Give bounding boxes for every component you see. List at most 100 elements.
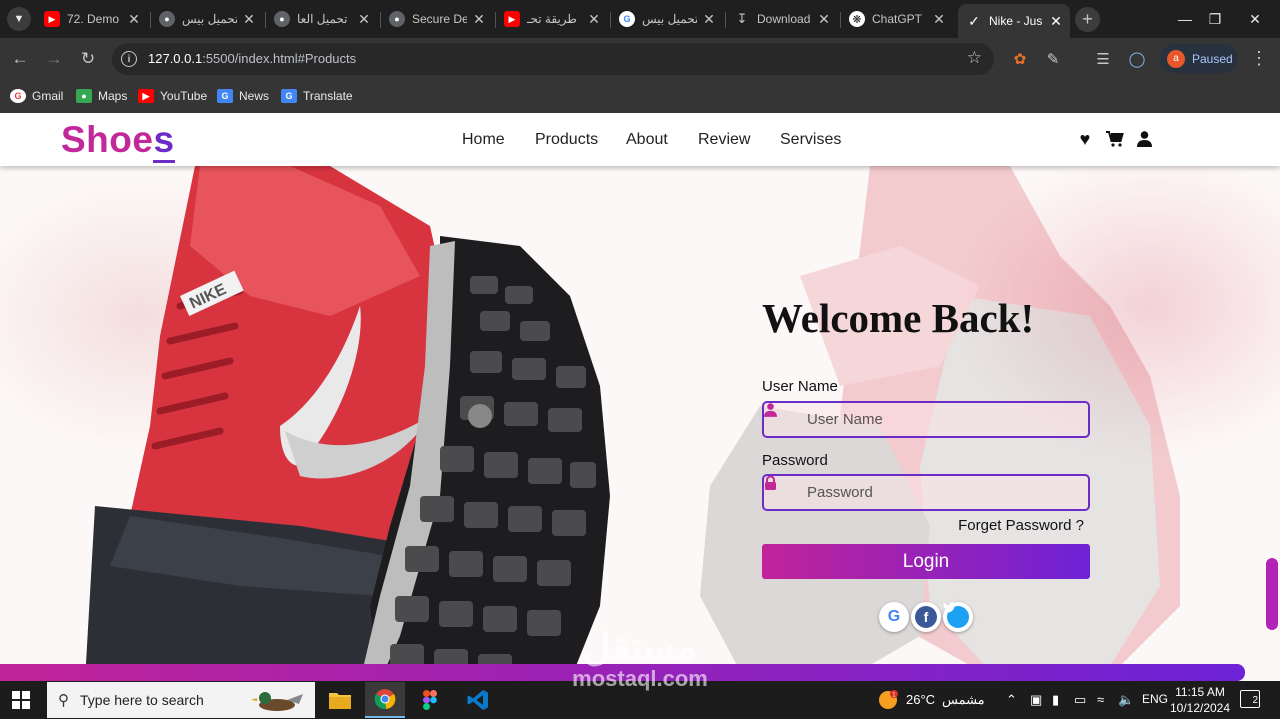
- clock-date: 10/12/2024: [1169, 701, 1231, 715]
- restore-icon: ❐: [1208, 10, 1222, 27]
- windows-start-icon[interactable]: [12, 691, 30, 709]
- weather-condition[interactable]: مشمس: [942, 692, 985, 708]
- browser-tab[interactable]: ● تحميل بيس ✕: [151, 6, 263, 32]
- nav-home[interactable]: Home: [462, 131, 505, 149]
- notification-center-icon[interactable]: 2: [1240, 690, 1260, 708]
- bookmark-news[interactable]: G News: [217, 86, 269, 106]
- login-button[interactable]: Login: [762, 544, 1090, 579]
- tab-label: Secure De: [412, 12, 467, 26]
- weather-temperature[interactable]: 26°C: [906, 692, 935, 707]
- nav-about[interactable]: About: [626, 131, 668, 149]
- browser-tab-active[interactable]: ✓ Nike - Jus ✕: [958, 4, 1070, 38]
- taskbar-file-explorer[interactable]: [320, 682, 360, 718]
- battery-icon[interactable]: ▮: [1052, 692, 1059, 708]
- meet-icon[interactable]: ▣: [1030, 692, 1042, 708]
- facebook-login-button[interactable]: f: [911, 602, 941, 632]
- username-input[interactable]: [807, 411, 1077, 428]
- bookmark-youtube[interactable]: ▶ YouTube: [138, 86, 207, 106]
- address-bar[interactable]: i 127.0.0.1:5500/index.html#Products ☆: [112, 43, 994, 75]
- new-tab-button[interactable]: +: [1075, 7, 1100, 32]
- restore-button[interactable]: ❐: [1200, 8, 1230, 30]
- bookmark-maps[interactable]: ● Maps: [76, 86, 127, 106]
- figma-icon: [423, 690, 437, 710]
- puzzle-extensions-icon[interactable]: ✎: [1043, 49, 1063, 69]
- reload-icon: ↻: [80, 49, 96, 68]
- weather-icon[interactable]: 1: [878, 690, 898, 713]
- minimize-button[interactable]: —: [1170, 8, 1200, 30]
- page-scrollbar-thumb[interactable]: [1266, 558, 1278, 630]
- browser-tab[interactable]: ▶ 72. Demo ✕: [36, 6, 148, 32]
- close-icon[interactable]: ✕: [128, 11, 140, 28]
- android-icon: ●: [159, 11, 175, 27]
- heart-icon[interactable]: ♥: [1075, 129, 1095, 149]
- bookmark-label: YouTube: [160, 89, 208, 103]
- tab-label: تحميل بيس: [182, 12, 237, 26]
- bookmark-label: Translate: [303, 89, 353, 103]
- taskbar-vscode[interactable]: [458, 682, 498, 718]
- display-icon[interactable]: ▭: [1074, 692, 1086, 708]
- media-controls-icon[interactable]: ☰: [1093, 49, 1113, 69]
- bookmark-star-icon[interactable]: ☆: [967, 48, 982, 68]
- site-info-icon[interactable]: i: [121, 51, 137, 67]
- browser-tab[interactable]: G تحميل بيس ✕: [611, 6, 723, 32]
- close-icon[interactable]: ✕: [243, 11, 255, 28]
- browser-tab[interactable]: ● Secure De ✕: [381, 6, 493, 32]
- taskbar-search-text: Type here to search: [80, 692, 204, 708]
- search-icon: ⚲: [58, 692, 69, 709]
- gmail-icon: G: [10, 89, 26, 103]
- vscode-icon: [467, 690, 488, 710]
- bookmark-label: Maps: [98, 89, 128, 103]
- forget-password-link[interactable]: Forget Password ?: [958, 517, 1084, 534]
- close-icon[interactable]: ✕: [1050, 13, 1062, 30]
- chevron-up-icon[interactable]: ⌃: [1006, 692, 1017, 708]
- nav-servises[interactable]: Servises: [780, 131, 841, 149]
- bookmark-label: Gmail: [32, 89, 64, 103]
- close-icon[interactable]: ✕: [703, 11, 715, 28]
- close-icon[interactable]: ✕: [818, 11, 830, 28]
- browser-tab[interactable]: ● تحميل العا ✕: [266, 6, 378, 32]
- nike-icon: ✓: [968, 12, 980, 29]
- forward-button[interactable]: →: [42, 47, 66, 71]
- bookmark-gmail[interactable]: G Gmail: [10, 86, 63, 106]
- close-icon[interactable]: ✕: [473, 11, 485, 28]
- android-icon: ●: [274, 11, 290, 27]
- more-menu-icon[interactable]: ⋮: [1250, 48, 1268, 69]
- language-indicator[interactable]: ENG: [1142, 692, 1168, 706]
- browser-tab[interactable]: ▶ طريقة تحـ ✕: [496, 6, 608, 32]
- close-window-button[interactable]: ✕: [1240, 8, 1270, 30]
- close-icon[interactable]: ✕: [588, 11, 600, 28]
- chrome-icon: [374, 689, 396, 710]
- youtube-icon: ▶: [138, 89, 154, 103]
- wifi-icon[interactable]: ≈: [1097, 692, 1104, 707]
- reload-button[interactable]: ↻: [76, 47, 100, 71]
- browser-tab[interactable]: ❋ ChatGPT ✕: [841, 6, 953, 32]
- nav-products[interactable]: Products: [535, 131, 598, 149]
- browser-toolbar: ← → ↻ i 127.0.0.1:5500/index.html#Produc…: [0, 38, 1280, 80]
- taskbar-chrome[interactable]: [365, 682, 405, 718]
- extension-icon[interactable]: ✿: [1010, 49, 1030, 69]
- username-field[interactable]: [762, 401, 1090, 438]
- taskbar-search[interactable]: ⚲ Type here to search: [47, 682, 315, 718]
- youtube-icon: ▶: [44, 11, 60, 27]
- user-icon[interactable]: [1134, 129, 1154, 149]
- taskbar-figma[interactable]: [410, 682, 450, 718]
- folder-icon: [329, 693, 351, 709]
- browser-tab[interactable]: ↧ Download ✕: [726, 6, 838, 32]
- url-text[interactable]: 127.0.0.1:5500/index.html#Products: [148, 51, 356, 66]
- tab-search-button[interactable]: ▼: [7, 7, 31, 31]
- close-icon[interactable]: ✕: [358, 11, 370, 28]
- close-icon[interactable]: ✕: [933, 11, 945, 28]
- volume-icon[interactable]: 🔈: [1118, 692, 1134, 708]
- profile-ring-icon[interactable]: ◯: [1127, 49, 1147, 69]
- back-button[interactable]: ←: [8, 47, 32, 71]
- nav-review[interactable]: Review: [698, 131, 750, 149]
- google-login-button[interactable]: G: [879, 602, 909, 632]
- site-logo[interactable]: Shoes: [61, 119, 175, 163]
- system-clock[interactable]: 11:15 AM 10/12/2024: [1168, 684, 1232, 716]
- bookmark-translate[interactable]: G Translate: [281, 86, 353, 106]
- twitter-login-button[interactable]: [943, 602, 973, 632]
- password-field[interactable]: [762, 474, 1090, 511]
- cart-icon[interactable]: [1105, 129, 1125, 149]
- profile-paused-button[interactable]: a Paused: [1160, 44, 1238, 73]
- password-input[interactable]: [807, 484, 1077, 501]
